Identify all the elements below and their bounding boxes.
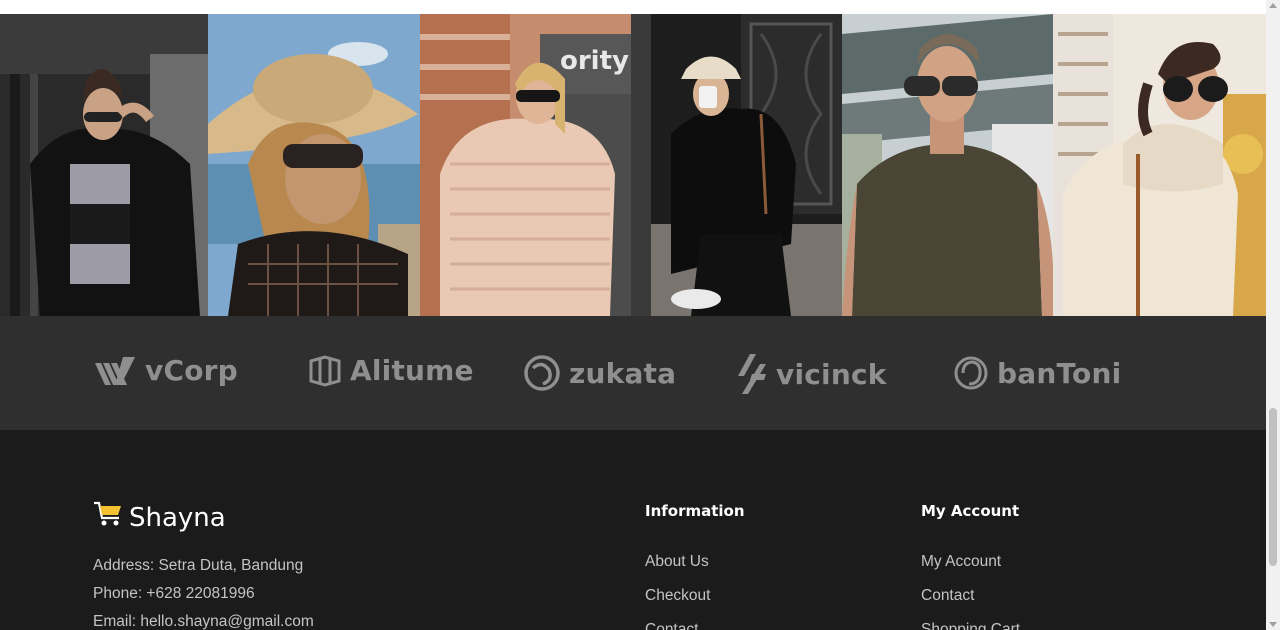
gallery-photo-2[interactable]: [208, 14, 420, 316]
gallery-photo-3[interactable]: ority: [420, 14, 631, 316]
footer-logo[interactable]: Shayna: [93, 500, 226, 535]
brand-alitume[interactable]: Alitume: [308, 354, 474, 387]
gallery-photo-6[interactable]: [1053, 14, 1266, 316]
gallery-photo-1[interactable]: [0, 14, 208, 316]
brand-label: zukata: [569, 356, 677, 390]
top-strip: [0, 0, 1266, 14]
footer-address: Address: Setra Duta, Bandung: [93, 557, 304, 574]
scrollbar-thumb[interactable]: [1269, 408, 1277, 566]
link-shopping-cart[interactable]: Shopping Cart: [921, 621, 1020, 630]
vcorp-logo-icon: [93, 355, 137, 387]
bantoni-logo-icon: [953, 354, 989, 392]
zukata-logo-icon: [523, 354, 561, 392]
brand-zukata[interactable]: zukata: [523, 354, 676, 392]
scroll-up-icon[interactable]: [1269, 3, 1277, 8]
brand-vicinck[interactable]: vicinck: [738, 354, 887, 394]
logo-text: Shayna: [129, 502, 226, 533]
page: ority vCorp Alitume zukata vicinck banTo…: [0, 0, 1266, 630]
gallery-photo-4[interactable]: [631, 14, 842, 316]
brand-label: banToni: [997, 356, 1122, 390]
cart-icon: [93, 500, 123, 535]
page-scrollbar[interactable]: [1266, 0, 1280, 630]
link-checkout[interactable]: Checkout: [645, 587, 710, 605]
instagram-gallery: ority: [0, 14, 1266, 316]
vicinck-logo-icon: [738, 354, 768, 394]
brand-logos: vCorp Alitume zukata vicinck banToni: [0, 316, 1266, 430]
gallery-photo-5[interactable]: [842, 14, 1053, 316]
alitume-logo-icon: [308, 354, 342, 387]
brand-label: vicinck: [776, 357, 887, 391]
svg-text:ority: ority: [560, 46, 629, 76]
link-about-us[interactable]: About Us: [645, 553, 709, 571]
link-my-account[interactable]: My Account: [921, 553, 1001, 571]
footer-phone: Phone: +628 22081996: [93, 585, 255, 602]
my-account-title: My Account: [921, 502, 1020, 520]
link-contact[interactable]: Contact: [645, 621, 698, 630]
link-account-contact[interactable]: Contact: [921, 587, 974, 605]
information-title: Information: [645, 502, 745, 520]
brand-label: Alitume: [350, 354, 474, 387]
brand-label: vCorp: [145, 354, 238, 387]
footer-email: Email: hello.shayna@gmail.com: [93, 613, 314, 630]
scroll-down-icon[interactable]: [1269, 622, 1277, 627]
brand-bantoni[interactable]: banToni: [953, 354, 1121, 392]
brand-vcorp[interactable]: vCorp: [93, 354, 238, 387]
footer: Shayna Address: Setra Duta, Bandung Phon…: [0, 430, 1266, 630]
